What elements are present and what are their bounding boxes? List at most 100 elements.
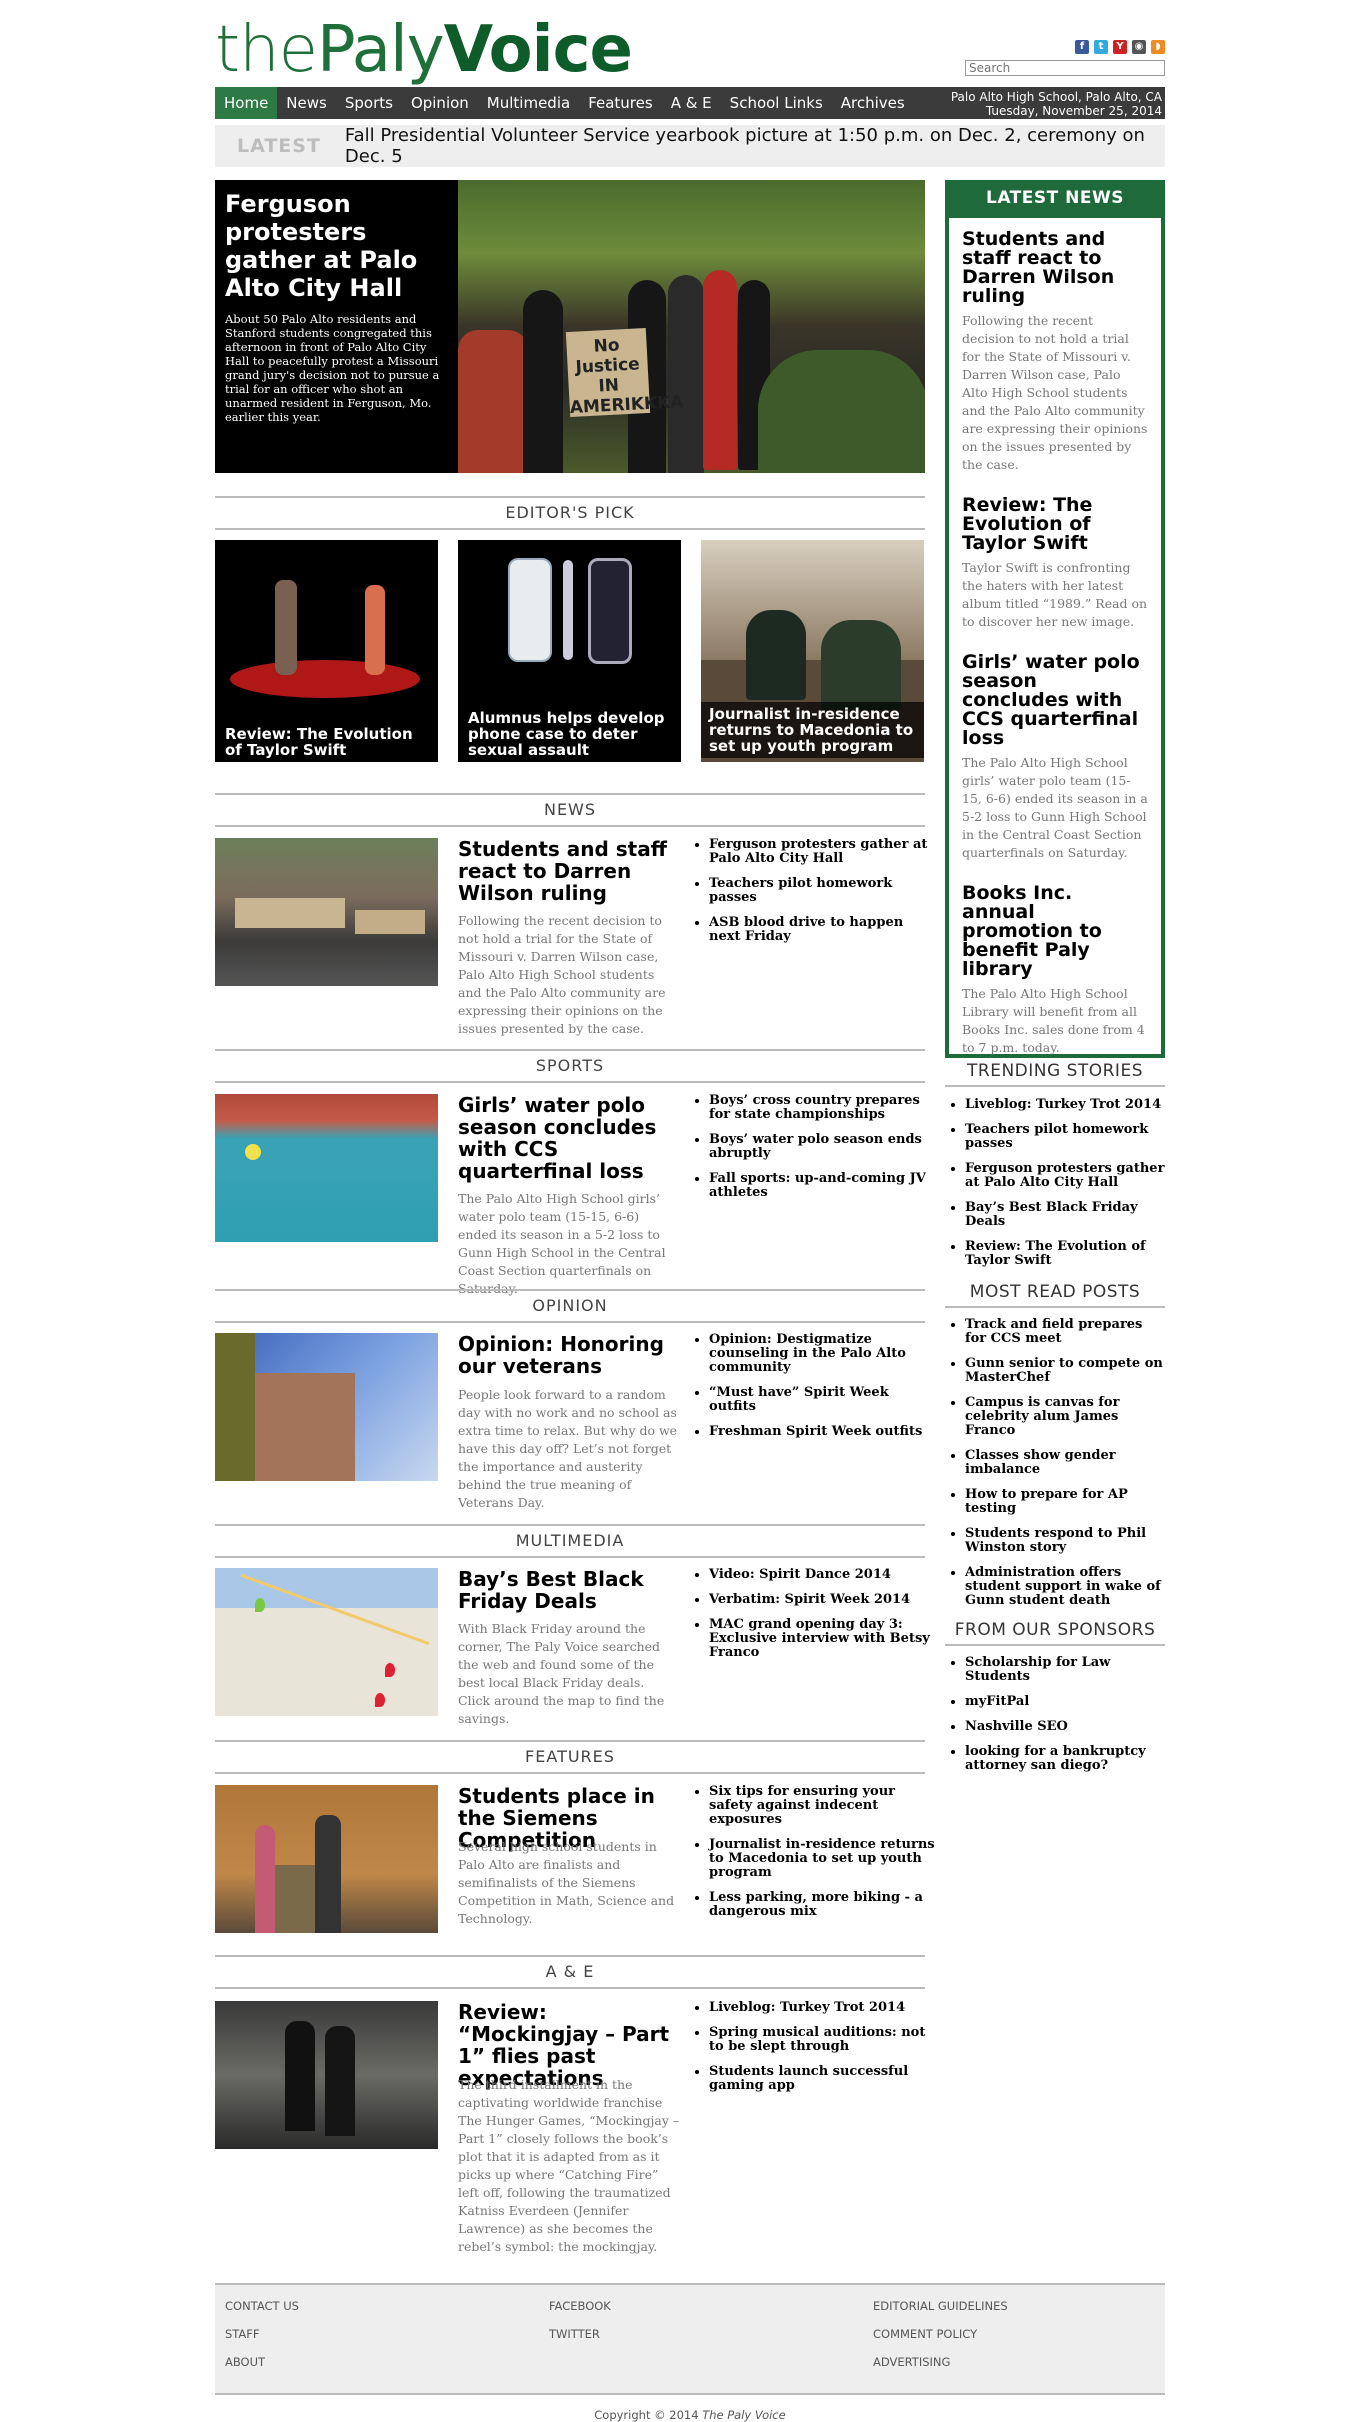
most-read-item[interactable]: Classes show gender imbalance xyxy=(965,1449,1165,1477)
trending-item[interactable]: Bay’s Best Black Friday Deals xyxy=(965,1201,1165,1229)
most-read-heading: MOST READ POSTS xyxy=(945,1278,1165,1308)
editors-pick-title[interactable]: Review: The Evolution of Taylor Swift xyxy=(225,726,430,758)
phone-image xyxy=(588,558,632,664)
instagram-icon[interactable]: ◉ xyxy=(1132,40,1146,54)
sponsor-item[interactable]: Nashville SEO xyxy=(965,1720,1165,1734)
trending-item[interactable]: Liveblog: Turkey Trot 2014 xyxy=(965,1098,1165,1112)
section-heading-opinion: OPINION xyxy=(215,1289,925,1323)
nav-home[interactable]: Home xyxy=(215,87,278,119)
search-input[interactable] xyxy=(965,60,1165,76)
sports-link[interactable]: Boys’ cross country prepares for state c… xyxy=(709,1094,939,1122)
nav-news[interactable]: News xyxy=(277,87,336,119)
ae-link[interactable]: Liveblog: Turkey Trot 2014 xyxy=(709,2001,939,2015)
trending-item[interactable]: Ferguson protesters gather at Palo Alto … xyxy=(965,1162,1165,1190)
opinion-link[interactable]: Freshman Spirit Week outfits xyxy=(709,1425,939,1439)
nav-school-links[interactable]: School Links xyxy=(721,87,832,119)
map-water xyxy=(215,1568,438,1608)
opinion-link[interactable]: Opinion: Destigmatize counseling in the … xyxy=(709,1333,939,1375)
multimedia-title[interactable]: Bay’s Best Black Friday Deals xyxy=(458,1568,678,1612)
features-link[interactable]: Journalist in-residence returns to Maced… xyxy=(709,1838,939,1880)
features-thumbnail[interactable] xyxy=(215,1785,438,1933)
youtube-icon[interactable]: Y xyxy=(1113,40,1127,54)
map-pin-icon[interactable] xyxy=(385,1663,395,1677)
facebook-icon[interactable]: f xyxy=(1075,40,1089,54)
sponsor-item[interactable]: myFitPal xyxy=(965,1695,1165,1709)
multimedia-link[interactable]: MAC grand opening day 3: Exclusive inter… xyxy=(709,1618,939,1660)
section-heading-ae: A & E xyxy=(215,1955,925,1989)
news-title[interactable]: Students and staff react to Darren Wilso… xyxy=(458,838,678,904)
sports-title[interactable]: Girls’ water polo season concludes with … xyxy=(458,1094,678,1182)
most-read-item[interactable]: How to prepare for AP testing xyxy=(965,1488,1165,1516)
editors-pick-title[interactable]: Alumnus helps develop phone case to dete… xyxy=(468,710,673,758)
ae-link[interactable]: Students launch successful gaming app xyxy=(709,2065,939,2093)
sponsor-item[interactable]: looking for a bankruptcy attorney san di… xyxy=(965,1745,1165,1773)
footer-link-contact[interactable]: CONTACT US xyxy=(225,2299,299,2313)
news-thumbnail[interactable] xyxy=(215,838,438,986)
multimedia-link[interactable]: Video: Spirit Dance 2014 xyxy=(709,1568,939,1582)
footer-link-editorial-guidelines[interactable]: EDITORIAL GUIDELINES xyxy=(873,2299,1008,2313)
ae-links: Liveblog: Turkey Trot 2014 Spring musica… xyxy=(695,2001,939,2104)
footer-link-staff[interactable]: STAFF xyxy=(225,2327,299,2341)
sports-link[interactable]: Fall sports: up-and-coming JV athletes xyxy=(709,1172,939,1200)
ae-thumbnail[interactable] xyxy=(215,2001,438,2149)
latest-news-title[interactable]: Students and staff react to Darren Wilso… xyxy=(962,230,1148,306)
hero-story[interactable]: Ferguson protesters gather at Palo Alto … xyxy=(215,180,925,473)
most-read-item[interactable]: Gunn senior to compete on MasterChef xyxy=(965,1357,1165,1385)
news-link[interactable]: Teachers pilot homework passes xyxy=(709,877,939,905)
trending-item[interactable]: Review: The Evolution of Taylor Swift xyxy=(965,1240,1165,1268)
opinion-thumbnail[interactable] xyxy=(215,1333,438,1481)
most-read-item[interactable]: Campus is canvas for celebrity alum Jame… xyxy=(965,1396,1165,1438)
map-pin-icon[interactable] xyxy=(375,1693,385,1707)
latest-news-summary: Following the recent decision to not hol… xyxy=(962,313,1148,472)
latest-news-summary: The Palo Alto High School Library will b… xyxy=(962,986,1145,1055)
latest-news-title[interactable]: Review: The Evolution of Taylor Swift xyxy=(962,496,1148,553)
editors-pick-title[interactable]: Journalist in-residence returns to Maced… xyxy=(701,702,924,758)
editors-pick-item[interactable]: Alumnus helps develop phone case to dete… xyxy=(458,540,681,762)
opinion-title[interactable]: Opinion: Honoring our veterans xyxy=(458,1333,678,1377)
sports-thumbnail[interactable] xyxy=(215,1094,438,1242)
multimedia-link[interactable]: Verbatim: Spirit Week 2014 xyxy=(709,1593,939,1607)
features-link[interactable]: Six tips for ensuring your safety agains… xyxy=(709,1785,939,1827)
most-read-item[interactable]: Administration offers student support in… xyxy=(965,1566,1165,1608)
site-logo[interactable]: thePalyVoice xyxy=(215,14,633,86)
footer-link-about[interactable]: ABOUT xyxy=(225,2355,299,2369)
nav-features[interactable]: Features xyxy=(579,87,662,119)
latest-news-title[interactable]: Girls’ water polo season concludes with … xyxy=(962,653,1148,748)
latest-news-title[interactable]: Books Inc. annual promotion to benefit P… xyxy=(962,884,1148,979)
footer-link-advertising[interactable]: ADVERTISING xyxy=(873,2355,1008,2369)
rss-icon[interactable]: ◗ xyxy=(1151,40,1165,54)
footer-link-facebook[interactable]: FACEBOOK xyxy=(549,2299,611,2313)
editors-pick-item[interactable]: Review: The Evolution of Taylor Swift xyxy=(215,540,438,762)
protest-sign: No Justice IN AMERIKKKA xyxy=(565,327,684,418)
footer-link-twitter[interactable]: TWITTER xyxy=(549,2327,611,2341)
hero-title[interactable]: Ferguson protesters gather at Palo Alto … xyxy=(225,190,448,302)
footer-link-comment-policy[interactable]: COMMENT POLICY xyxy=(873,2327,1008,2341)
most-read-item[interactable]: Track and field prepares for CCS meet xyxy=(965,1318,1165,1346)
sponsor-item[interactable]: Scholarship for Law Students xyxy=(965,1656,1165,1684)
opinion-link[interactable]: “Must have” Spirit Week outfits xyxy=(709,1386,939,1414)
hero-image[interactable]: No Justice IN AMERIKKKA xyxy=(458,180,925,473)
ticker-label: LATEST xyxy=(237,135,321,157)
trending-heading: TRENDING STORIES xyxy=(945,1057,1165,1087)
nav-multimedia[interactable]: Multimedia xyxy=(478,87,579,119)
multimedia-thumbnail[interactable] xyxy=(215,1568,438,1716)
twitter-icon[interactable]: t xyxy=(1094,40,1108,54)
news-link[interactable]: ASB blood drive to happen next Friday xyxy=(709,916,939,944)
sports-link[interactable]: Boys’ water polo season ends abruptly xyxy=(709,1133,939,1161)
nav-ae[interactable]: A & E xyxy=(662,87,721,119)
nav-opinion[interactable]: Opinion xyxy=(402,87,478,119)
phone-case-image xyxy=(508,558,552,662)
news-link[interactable]: Ferguson protesters gather at Palo Alto … xyxy=(709,838,939,866)
section-heading-features: FEATURES xyxy=(215,1740,925,1774)
latest-news-item: Girls’ water polo season concludes with … xyxy=(949,653,1161,862)
nav-archives[interactable]: Archives xyxy=(832,87,914,119)
person-figure xyxy=(255,1825,275,1933)
editors-pick-item[interactable]: Journalist in-residence returns to Maced… xyxy=(701,540,924,762)
ticker-text[interactable]: Fall Presidential Volunteer Service year… xyxy=(345,125,1165,167)
features-link[interactable]: Less parking, more biking - a dangerous … xyxy=(709,1891,939,1919)
trending-item[interactable]: Teachers pilot homework passes xyxy=(965,1123,1165,1151)
nav-sports[interactable]: Sports xyxy=(336,87,402,119)
most-read-item[interactable]: Students respond to Phil Winston story xyxy=(965,1527,1165,1555)
map-pin-icon[interactable] xyxy=(255,1598,265,1612)
ae-link[interactable]: Spring musical auditions: not to be slep… xyxy=(709,2026,939,2054)
